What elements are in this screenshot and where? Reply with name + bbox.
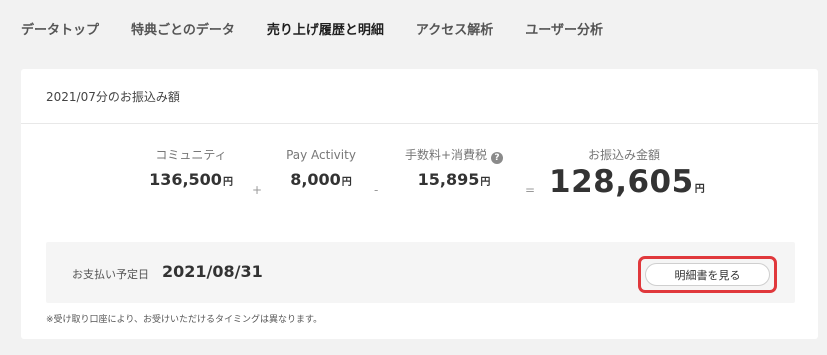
tab-data-top[interactable]: データトップ (21, 19, 99, 38)
payment-date: 2021/08/31 (162, 262, 263, 281)
pay-activity-column: Pay Activity 8,000円 (276, 146, 366, 189)
transfer-amount: 128,605 (549, 164, 694, 200)
payment-schedule-box: お支払い予定日 2021/08/31 明細書を見る (46, 242, 795, 303)
account-timing-note: ※受け取り口座により、お受けいただけるタイミングは異なります。 (46, 315, 323, 325)
transfer-value: 128,605円 (549, 164, 705, 200)
community-amount: 136,500 (149, 170, 222, 189)
question-circle-icon[interactable]: ? (491, 152, 504, 164)
tab-benefit-data[interactable]: 特典ごとのデータ (131, 19, 235, 38)
transfer-summary: コミュニティ 136,500円 Pay Activity 8,000円 手数料+… (21, 124, 818, 242)
card-title: 2021/07分のお振込み額 (21, 69, 818, 124)
community-label: コミュニティ (155, 148, 227, 162)
fees-amount: 15,895 (417, 170, 480, 189)
tab-user-analysis[interactable]: ユーザー分析 (525, 19, 603, 38)
payment-date-label: お支払い予定日 (72, 268, 149, 281)
view-statement-button[interactable]: 明細書を見る (645, 263, 770, 286)
fees-label-text: 手数料+消費税 (404, 148, 488, 162)
button-highlight: 明細書を見る (638, 256, 777, 293)
pay-activity-label: Pay Activity (286, 148, 356, 162)
community-unit: 円 (222, 177, 233, 188)
minus-operator: - (374, 183, 379, 197)
fees-label: 手数料+消費税? (399, 146, 509, 164)
pay-activity-unit: 円 (341, 177, 352, 188)
pay-activity-value: 8,000円 (276, 170, 366, 189)
tab-bar: データトップ 特典ごとのデータ 売り上げ履歴と明細 アクセス解析 ユーザー分析 (0, 0, 827, 56)
tab-access-analysis[interactable]: アクセス解析 (416, 19, 493, 38)
transfer-column: お振込み金額 128,605円 (549, 146, 705, 200)
pay-activity-amount: 8,000 (290, 170, 341, 189)
fees-column: 手数料+消費税? 15,895円 (399, 146, 509, 189)
tab-sales-history[interactable]: 売り上げ履歴と明細 (267, 19, 384, 38)
equals-operator: = (525, 183, 536, 197)
transfer-label: お振込み金額 (587, 148, 660, 162)
plus-operator: + (252, 183, 263, 197)
fees-value: 15,895円 (399, 170, 509, 189)
community-value: 136,500円 (143, 170, 239, 189)
transfer-unit: 円 (694, 184, 706, 195)
transfer-card: 2021/07分のお振込み額 コミュニティ 136,500円 Pay Activ… (21, 69, 818, 339)
fees-unit: 円 (480, 177, 491, 188)
community-column: コミュニティ 136,500円 (143, 146, 239, 189)
